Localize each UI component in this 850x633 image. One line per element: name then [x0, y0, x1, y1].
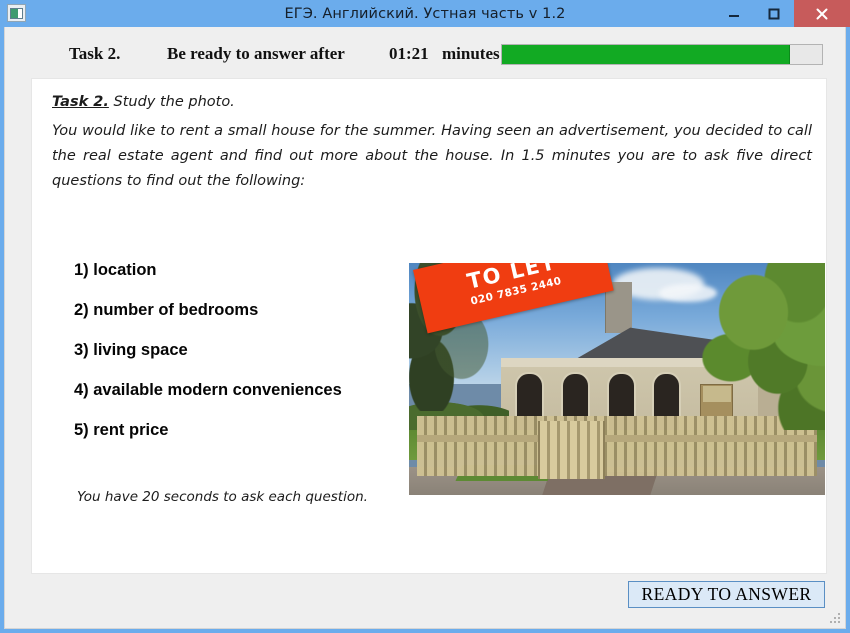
ready-to-answer-button[interactable]: READY TO ANSWER — [628, 581, 825, 608]
toolbar-task-label: Task 2. — [69, 44, 121, 63]
timer-units-label: minutes — [442, 44, 500, 63]
task-photo: TO LET 020 7835 2440 — [409, 263, 825, 495]
photo-gate — [537, 420, 605, 479]
task-heading-strong: Task 2. — [52, 94, 109, 110]
task-footnote: You have 20 seconds to ask each question… — [77, 489, 368, 505]
list-item: 5) rent price — [74, 421, 169, 439]
toolbar-instruction: Be ready to answer after — [167, 44, 345, 63]
task-heading: Task 2. Study the photo. — [52, 94, 235, 110]
status-toolbar: Task 2. Be ready to answer after 01:21 m… — [5, 27, 845, 81]
question-list: 1) location 2) number of bedrooms 3) liv… — [74, 261, 404, 461]
minimize-icon[interactable] — [714, 0, 754, 27]
list-item: 4) available modern conveniences — [74, 381, 342, 399]
application-window: ЕГЭ. Английский. Устная часть v 1.2 Task… — [0, 0, 850, 633]
timer-progress-bar — [501, 44, 823, 65]
list-item: 3) living space — [74, 341, 188, 359]
list-item: 1) location — [74, 261, 157, 279]
close-icon[interactable] — [794, 0, 850, 27]
window-controls — [714, 0, 850, 27]
client-area: Task 2. Be ready to answer after 01:21 m… — [4, 27, 846, 629]
task-panel: Task 2. Study the photo. You would like … — [31, 78, 827, 574]
countdown-timer: 01:21 — [389, 44, 429, 63]
photo-tree-right — [675, 263, 825, 431]
task-instructions: You would like to rent a small house for… — [52, 123, 812, 189]
resize-grip[interactable] — [829, 612, 842, 625]
title-bar: ЕГЭ. Английский. Устная часть v 1.2 — [0, 0, 850, 27]
maximize-icon[interactable] — [754, 0, 794, 27]
task-heading-rest: Study the photo. — [108, 94, 235, 110]
photo-fence-rail — [417, 434, 817, 442]
list-item: 2) number of bedrooms — [74, 301, 259, 319]
timer-progress-fill — [502, 45, 790, 64]
